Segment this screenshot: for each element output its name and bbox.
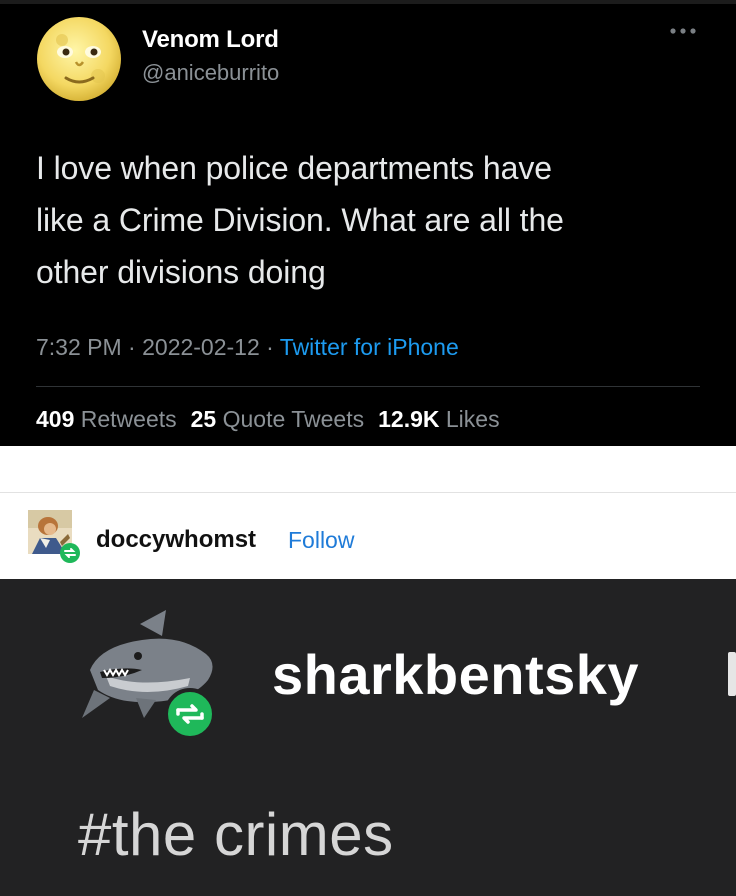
cropped-edge — [728, 652, 736, 696]
retweets-count: 409 — [36, 406, 75, 432]
tweet-source-link[interactable]: Twitter for iPhone — [280, 334, 459, 360]
tweet-text-line: I love when police departments have — [36, 150, 552, 186]
tweet-date[interactable]: 2022-02-12 — [142, 334, 260, 360]
quotes-count: 25 — [190, 406, 217, 432]
tweet-text-line: other divisions doing — [36, 254, 326, 290]
top-border — [0, 0, 736, 4]
tweet-stats: 409 Retweets 25 Quote Tweets 12.9K Likes — [36, 406, 500, 433]
full-moon-face-icon[interactable] — [36, 16, 122, 102]
retweets-label: Retweets — [80, 406, 177, 432]
shark-icon[interactable] — [80, 606, 228, 746]
quotes-label: Quote Tweets — [222, 406, 365, 432]
tweet-card: Venom Lord @aniceburrito I love when pol… — [0, 0, 736, 446]
user-handle[interactable]: @aniceburrito — [142, 60, 279, 86]
retweets-stat[interactable]: 409 Retweets — [36, 406, 177, 432]
likes-label: Likes — [445, 406, 500, 432]
tweet-meta: 7:32 PM · 2022-02-12 · Twitter for iPhon… — [36, 334, 459, 361]
hashtag[interactable]: #the crimes — [78, 800, 394, 869]
display-name[interactable]: Venom Lord — [142, 26, 279, 54]
quotes-stat[interactable]: 25 Quote Tweets — [191, 406, 364, 432]
embedded-username[interactable]: sharkbentsky — [272, 642, 639, 707]
ellipsis-icon[interactable] — [668, 26, 698, 36]
meta-separator: · — [259, 334, 280, 360]
meta-separator: · — [121, 334, 143, 360]
tweet-time[interactable]: 7:32 PM — [36, 334, 122, 360]
follow-button[interactable]: Follow — [288, 527, 354, 554]
tumblr-username[interactable]: doccywhomst — [96, 526, 256, 554]
tweet-text-line: like a Crime Division. What are all the — [36, 202, 564, 238]
likes-count: 12.9K — [378, 406, 440, 432]
divider — [36, 386, 700, 387]
likes-stat[interactable]: 12.9K Likes — [378, 406, 499, 432]
tweet-text: I love when police departments have like… — [36, 142, 696, 298]
painted-portrait-avatar[interactable] — [26, 508, 82, 564]
tumblr-spacer — [0, 446, 736, 493]
